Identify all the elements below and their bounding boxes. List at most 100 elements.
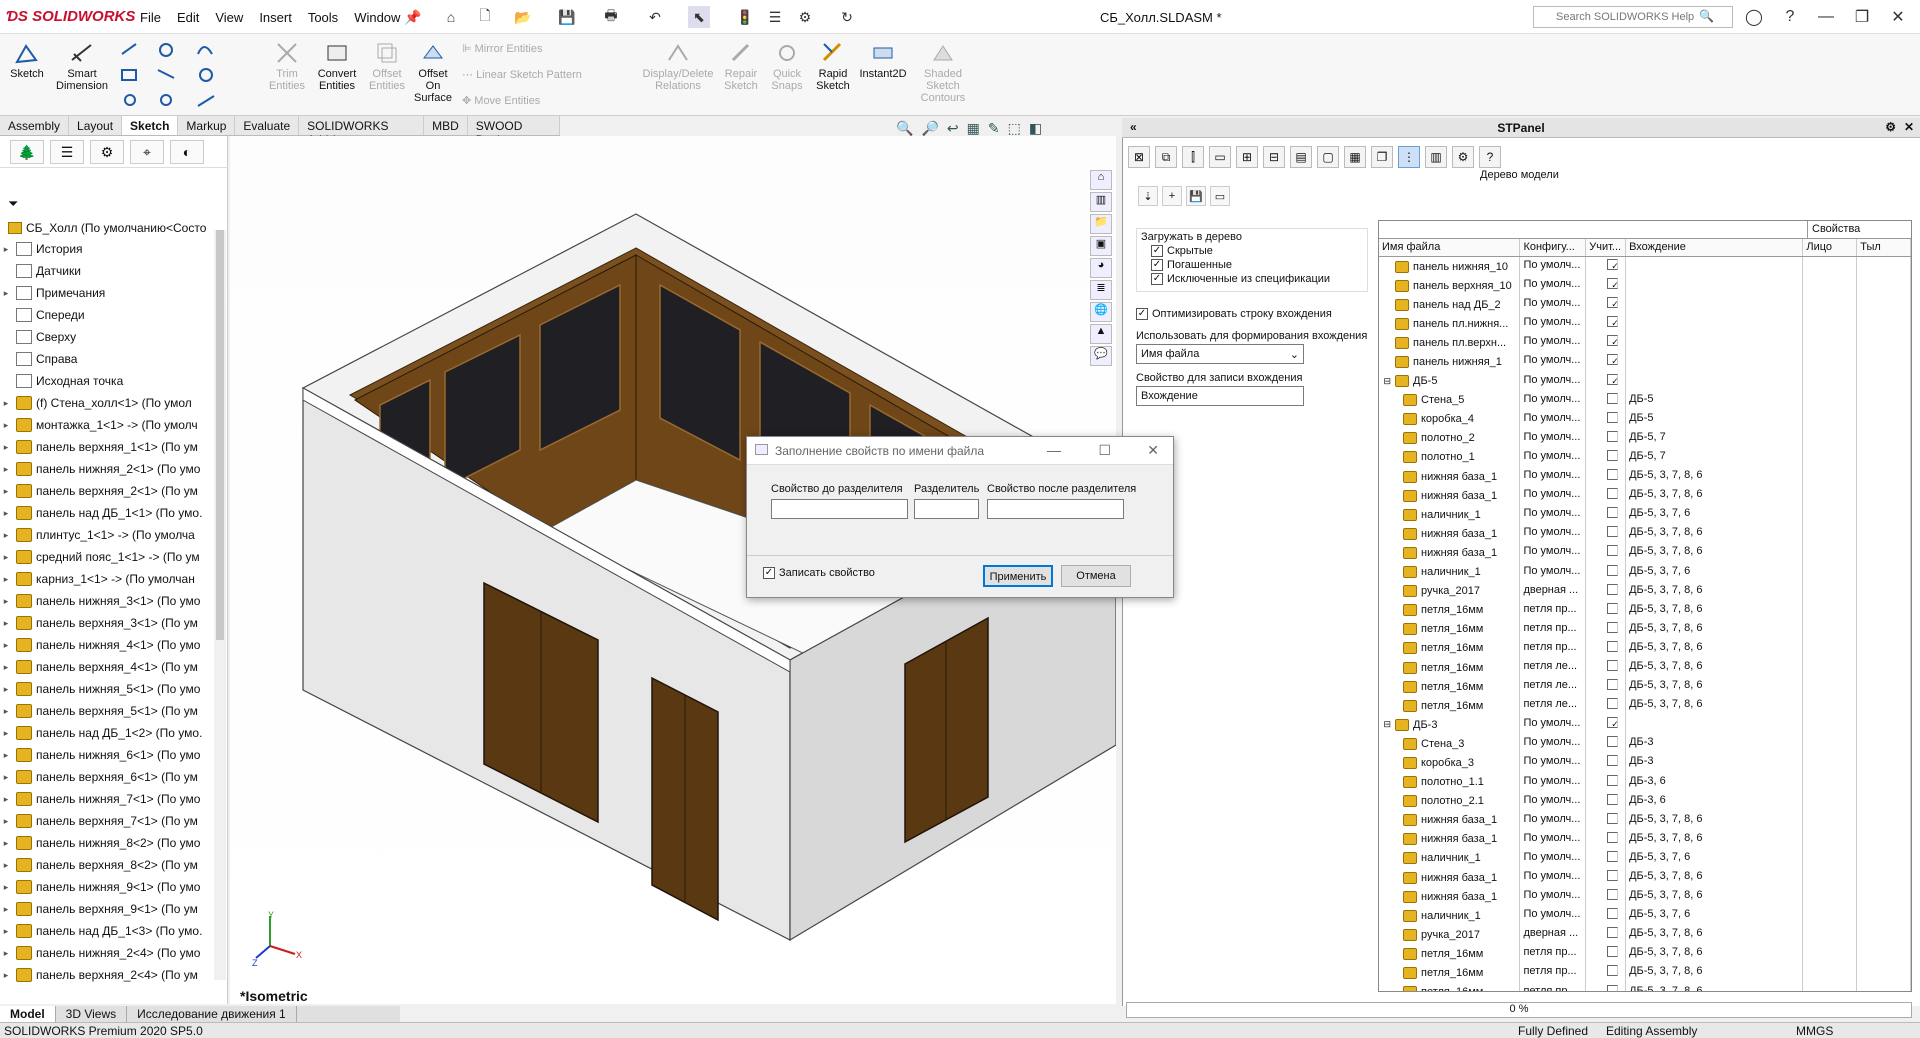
cell-count[interactable] xyxy=(1586,848,1627,868)
grid-row[interactable]: петля_16мм петля пр... ДБ-5, 3, 7, 8, 6 xyxy=(1379,638,1911,658)
tree-item[interactable]: ▸ панель нижняя_8<2> (По умо xyxy=(0,832,214,854)
cell-count[interactable] xyxy=(1586,963,1627,983)
grid-row[interactable]: полотно_1 По умолч... ДБ-5, 7 xyxy=(1379,447,1911,468)
cell-face[interactable] xyxy=(1803,734,1858,754)
optimize-checkbox[interactable]: ✓ xyxy=(1136,308,1148,321)
tree-item[interactable]: ▸ панель верхняя_4<1> (По ум xyxy=(0,656,214,678)
tab-layout[interactable]: Layout xyxy=(69,116,123,135)
cell-back[interactable] xyxy=(1857,677,1911,697)
cell-file-name[interactable]: нижняя база_1 xyxy=(1379,887,1521,907)
cell-back[interactable] xyxy=(1857,772,1911,792)
cell-file-name[interactable]: нижняя база_1 xyxy=(1379,810,1521,830)
file-properties-icon[interactable]: ☰ xyxy=(764,6,786,28)
grid-row[interactable]: ⊟ ДБ-3 По умолч... ✓ xyxy=(1379,715,1911,735)
cell-back[interactable] xyxy=(1857,715,1911,735)
count-checkbox[interactable] xyxy=(1607,831,1619,843)
cell-config[interactable]: По умолч... xyxy=(1520,524,1587,544)
offset-on-surface-button[interactable]: Offset On Surface xyxy=(406,40,460,104)
tool-frame-icon[interactable]: ▢ xyxy=(1317,146,1339,168)
cell-file-name[interactable]: ⊟ ДБ-3 xyxy=(1379,715,1521,735)
tab-sketch[interactable]: Sketch xyxy=(122,116,179,135)
tool-model-tree-icon[interactable]: ⋮ xyxy=(1398,146,1420,168)
cell-back[interactable] xyxy=(1857,753,1911,773)
cell-file-name[interactable]: ⊟ ДБ-5 xyxy=(1379,371,1521,391)
col-back[interactable]: Тыл xyxy=(1857,239,1911,256)
section-view-icon[interactable]: ▦ xyxy=(967,120,980,137)
cell-file-name[interactable]: наличник_1 xyxy=(1379,562,1521,582)
tree-item[interactable]: ▸ панель верхняя_6<1> (По ум xyxy=(0,766,214,788)
tree-item[interactable]: ▸ панель верхняя_8<2> (По ум xyxy=(0,854,214,876)
cell-config[interactable]: По умолч... xyxy=(1520,314,1587,334)
dimxpert-icon[interactable]: ⌖ xyxy=(130,140,164,164)
cell-back[interactable] xyxy=(1857,524,1911,544)
cell-entry[interactable]: ДБ-3 xyxy=(1626,753,1804,773)
cell-back[interactable] xyxy=(1857,295,1911,315)
count-checkbox[interactable] xyxy=(1607,564,1619,576)
cell-face[interactable] xyxy=(1803,505,1858,525)
zoom-to-fit-icon[interactable]: 🔍 xyxy=(896,120,913,137)
prop-before-input[interactable] xyxy=(771,499,908,519)
cell-entry[interactable]: ДБ-5, 3, 7, 8, 6 xyxy=(1626,982,1804,991)
cell-face[interactable] xyxy=(1803,677,1858,697)
tree-item[interactable]: ▸ панель верхняя_3<1> (По ум xyxy=(0,612,214,634)
cell-face[interactable] xyxy=(1803,581,1858,601)
optimize-row[interactable]: ✓ Оптимизировать строку вхождения xyxy=(1136,308,1332,321)
load-hidden-checkbox[interactable]: ✓ xyxy=(1151,245,1163,258)
menu-window[interactable]: Window xyxy=(354,10,400,25)
cell-file-name[interactable]: нижняя база_1 xyxy=(1379,868,1521,888)
close-button[interactable]: ✕ xyxy=(1880,4,1916,30)
cell-entry[interactable]: ДБ-5, 3, 7, 8, 6 xyxy=(1626,696,1804,716)
cell-count[interactable] xyxy=(1586,887,1627,907)
cell-count[interactable] xyxy=(1586,600,1627,620)
cell-entry[interactable]: ДБ-5 xyxy=(1626,390,1804,410)
cell-config[interactable]: По умолч... xyxy=(1520,295,1587,315)
cell-entry[interactable]: ДБ-5, 3, 7, 6 xyxy=(1626,505,1804,525)
col-entry[interactable]: Вхождение xyxy=(1626,239,1804,256)
cell-file-name[interactable]: ручка_2017 xyxy=(1379,581,1521,601)
cell-file-name[interactable]: панель над ДБ_2 xyxy=(1379,295,1521,315)
col-config[interactable]: Конфигу... xyxy=(1520,239,1587,256)
cell-face[interactable] xyxy=(1803,619,1858,639)
load-suppressed-row[interactable]: ✓ Погашенные xyxy=(1151,259,1363,272)
expand-arrow-icon[interactable]: ▸ xyxy=(0,420,12,431)
cell-file-name[interactable]: петля_16мм xyxy=(1379,657,1521,678)
expand-arrow-icon[interactable]: ▸ xyxy=(0,596,12,607)
tree-item[interactable]: ▸ панель верхняя_1<1> (По ум xyxy=(0,436,214,458)
tool-layers-icon[interactable]: ❐ xyxy=(1371,146,1393,168)
count-checkbox[interactable]: ✓ xyxy=(1607,335,1619,347)
undo-icon[interactable]: ↶ xyxy=(644,6,666,28)
cell-back[interactable] xyxy=(1857,963,1911,983)
cell-file-name[interactable]: полотно_2.1 xyxy=(1379,791,1521,811)
tree-item[interactable]: ▸ панель над ДБ_1<3> (По умо. xyxy=(0,920,214,942)
new-document-icon[interactable]: 🗋 xyxy=(474,6,496,28)
write-property-row[interactable]: ✓ Записать свойство xyxy=(763,567,875,580)
appearances-icon[interactable]: ◕ xyxy=(1090,258,1112,278)
load-hidden-row[interactable]: ✓ Скрытые xyxy=(1151,245,1363,258)
cell-entry[interactable]: ДБ-5, 3, 7, 8, 6 xyxy=(1626,829,1804,849)
rebuild-icon[interactable]: ↻ xyxy=(836,6,858,28)
tree-root[interactable]: СБ_Холл (По умолчанию<Состо xyxy=(8,218,218,238)
linear-pattern-button[interactable]: ⋯ Linear Sketch Pattern xyxy=(462,68,582,81)
cell-face[interactable] xyxy=(1803,925,1858,945)
cell-face[interactable] xyxy=(1803,467,1858,487)
cell-entry[interactable] xyxy=(1626,314,1804,334)
cell-count[interactable] xyxy=(1586,467,1627,487)
prop-after-input[interactable] xyxy=(987,499,1124,519)
cell-file-name[interactable]: петля_16мм xyxy=(1379,638,1521,658)
forum-icon[interactable]: 💬 xyxy=(1090,346,1112,366)
pin-icon[interactable]: 📌 xyxy=(402,6,424,28)
grid-row[interactable]: ручка_2017 дверная ... ДБ-5, 3, 7, 8, 6 xyxy=(1379,581,1911,601)
cell-file-name[interactable]: коробка_3 xyxy=(1379,753,1521,773)
cell-back[interactable] xyxy=(1857,829,1911,849)
tab-markup[interactable]: Markup xyxy=(178,116,236,135)
cell-config[interactable]: петля пр... xyxy=(1520,963,1587,983)
traffic-light-icon[interactable]: 🚦 xyxy=(734,6,756,28)
cell-file-name[interactable]: панель пл.верхн... xyxy=(1379,333,1521,353)
cell-file-name[interactable]: нижняя база_1 xyxy=(1379,543,1521,563)
cell-file-name[interactable]: полотно_2 xyxy=(1379,428,1521,448)
cell-config[interactable]: петля пр... xyxy=(1520,982,1587,991)
count-checkbox[interactable] xyxy=(1607,927,1619,939)
cell-face[interactable] xyxy=(1803,753,1858,773)
grid-row[interactable]: Стена_5 По умолч... ДБ-5 xyxy=(1379,390,1911,410)
cell-count[interactable] xyxy=(1586,791,1627,811)
